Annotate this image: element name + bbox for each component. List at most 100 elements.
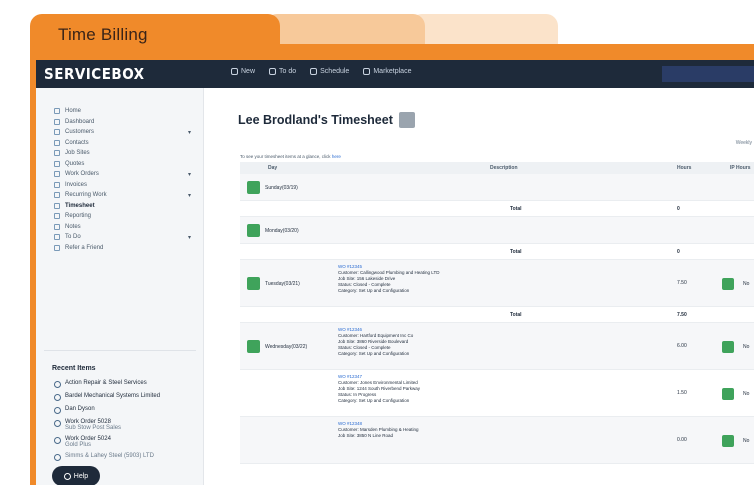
sidebar-item-label: To Do [65, 234, 81, 241]
total-label: Total [510, 206, 522, 212]
day-label: Wednesday(03/22) [265, 344, 308, 350]
topnav-new[interactable]: New [231, 68, 255, 75]
sidebar-item[interactable]: Job Sites [54, 148, 199, 159]
record-icon [54, 420, 61, 427]
ip-checkbox[interactable] [722, 341, 734, 353]
sidebar-item-label: Job Sites [65, 150, 90, 157]
sidebar-item-label: Customers [65, 129, 95, 136]
timesheet-hint: To see your timesheet items at a glance,… [240, 154, 341, 159]
entry-row: WO #12348 Customer: Marsden Plumbing & He… [240, 417, 754, 464]
hint-text: To see your timesheet items at a glance,… [240, 154, 331, 159]
recent-item-sub: Sub Stow Post Sales [65, 425, 122, 431]
sidebar-item[interactable]: Notes [54, 222, 199, 233]
recent-item[interactable]: Action Repair & Steel Services [54, 380, 199, 388]
sidebar-item[interactable]: Recurring Work ▾ [54, 190, 199, 201]
sidebar-item-label: Contacts [65, 139, 89, 146]
record-icon [54, 381, 61, 388]
total-label: Total [510, 312, 522, 318]
sidebar-item[interactable]: Refer a Friend [54, 243, 199, 254]
page-title: Lee Brodland's Timesheet [238, 112, 415, 128]
page-title-text: Lee Brodland's Timesheet [238, 113, 393, 127]
recent-item[interactable]: Work Order 5024 Gold Plus [54, 436, 199, 448]
sidebar-item-label: Dashboard [65, 118, 95, 125]
users-icon [54, 129, 60, 136]
sidebar-item-label: Recurring Work [65, 192, 107, 199]
sidebar-item-label: Quotes [65, 160, 85, 167]
home-icon [54, 108, 60, 115]
entry-description: WO #12348 Customer: Marsden Plumbing & He… [338, 421, 419, 439]
help-button[interactable]: Help [52, 466, 100, 485]
total-row: Total 7.50 [240, 307, 754, 323]
add-entry-button[interactable] [247, 277, 260, 290]
print-icon[interactable] [398, 112, 415, 128]
topnav-todo[interactable]: To do [269, 68, 296, 75]
chevron-down-icon: ▾ [187, 193, 191, 199]
recent-item[interactable]: Work Order 5028 Sub Stow Post Sales [54, 419, 199, 431]
sidebar-item[interactable]: Invoices [54, 180, 199, 191]
day-row: Monday(03/20) [240, 217, 754, 244]
sidebar-item[interactable]: Home [54, 106, 199, 117]
sidebar-item-label: Reporting [65, 213, 92, 220]
total-row: Total 0 [240, 201, 754, 217]
sidebar-item[interactable]: To Do ▾ [54, 232, 199, 243]
header-description: Description [490, 165, 518, 171]
entry-description: WO #12347 Customer: Jones Environmental L… [338, 374, 420, 404]
invoice-icon [54, 181, 60, 188]
sidebar-item[interactable]: Dashboard [54, 117, 199, 128]
view-mode-label[interactable]: Weekly [736, 140, 752, 146]
table-body: Sunday(03/19) Total 0 Monday(03/20) Total 0 Tu… [240, 174, 754, 464]
gift-icon [54, 244, 60, 251]
checklist-icon [269, 68, 277, 75]
chevron-down-icon: ▾ [187, 130, 191, 136]
topnav-marketplace[interactable]: Marketplace [363, 68, 411, 75]
ip-checkbox[interactable] [722, 435, 734, 447]
sidebar-item[interactable]: Quotes [54, 159, 199, 170]
recent-item[interactable]: Simms & Lahey Steel (5903) LTD [54, 453, 199, 461]
folder-tab-title: Time Billing [58, 25, 148, 44]
sidebar-item[interactable]: Timesheet [54, 201, 199, 212]
add-entry-button[interactable] [247, 224, 260, 237]
topnav-schedule[interactable]: Schedule [310, 68, 349, 75]
sidebar-item[interactable]: Customers ▾ [54, 127, 199, 138]
recent-items-list: Action Repair & Steel Services Bardel Mec… [54, 380, 199, 466]
dashboard-icon [54, 118, 60, 125]
add-entry-button[interactable] [247, 340, 260, 353]
clock-icon [54, 202, 60, 209]
topnav-label: To do [279, 68, 297, 75]
record-icon [54, 437, 61, 444]
sidebar-item[interactable]: Reporting [54, 211, 199, 222]
ip-value: No [743, 438, 750, 444]
recent-item-text: Work Order 5028 Sub Stow Post Sales [65, 419, 121, 431]
total-value: 0 [677, 249, 680, 255]
entry-hours: 6.00 [677, 343, 687, 349]
entry-row: Wednesday(03/22) WO #12346 Customer: Hartf… [240, 323, 754, 370]
entry-hours: 1.50 [677, 390, 687, 396]
chevron-down-icon: ▾ [187, 172, 191, 178]
sidebar-menu: Home Dashboard Customers ▾ Contacts Job Sites… [54, 106, 199, 253]
ip-checkbox[interactable] [722, 388, 734, 400]
topnav-label: Marketplace [373, 68, 412, 75]
entry-row: Tuesday(03/21) WO #12345 Customer: Calling… [240, 260, 754, 307]
recent-item-sub: Simms & Lahey Steel (5903) LTD [65, 453, 154, 459]
recent-item[interactable]: Dan Dyson [54, 406, 199, 414]
record-icon [54, 454, 61, 461]
servicebox-logo[interactable]: SERVICEBOX [44, 65, 145, 83]
note-icon [54, 223, 60, 230]
day-label: Sunday(03/19) [265, 185, 298, 191]
clipboard-icon [54, 171, 60, 178]
sidebar-item-label: Timesheet [65, 202, 95, 209]
quote-icon [54, 160, 60, 167]
sidebar-item-label: Work Orders [65, 171, 99, 178]
entry-row: WO #12347 Customer: Jones Environmental L… [240, 370, 754, 417]
sidebar-item[interactable]: Work Orders ▾ [54, 169, 199, 180]
total-value: 7.50 [677, 312, 687, 318]
recent-item-text: Work Order 5024 Gold Plus [65, 436, 111, 448]
user-menu[interactable] [662, 66, 754, 82]
day-row: Sunday(03/19) [240, 174, 754, 201]
sidebar-item[interactable]: Contacts [54, 138, 199, 149]
add-entry-button[interactable] [247, 181, 260, 194]
hint-link[interactable]: here [332, 154, 341, 159]
recent-item[interactable]: Bardel Mechanical Systems Limited [54, 393, 199, 401]
recent-item-label: Action Repair & Steel Services [65, 380, 147, 386]
ip-checkbox[interactable] [722, 278, 734, 290]
